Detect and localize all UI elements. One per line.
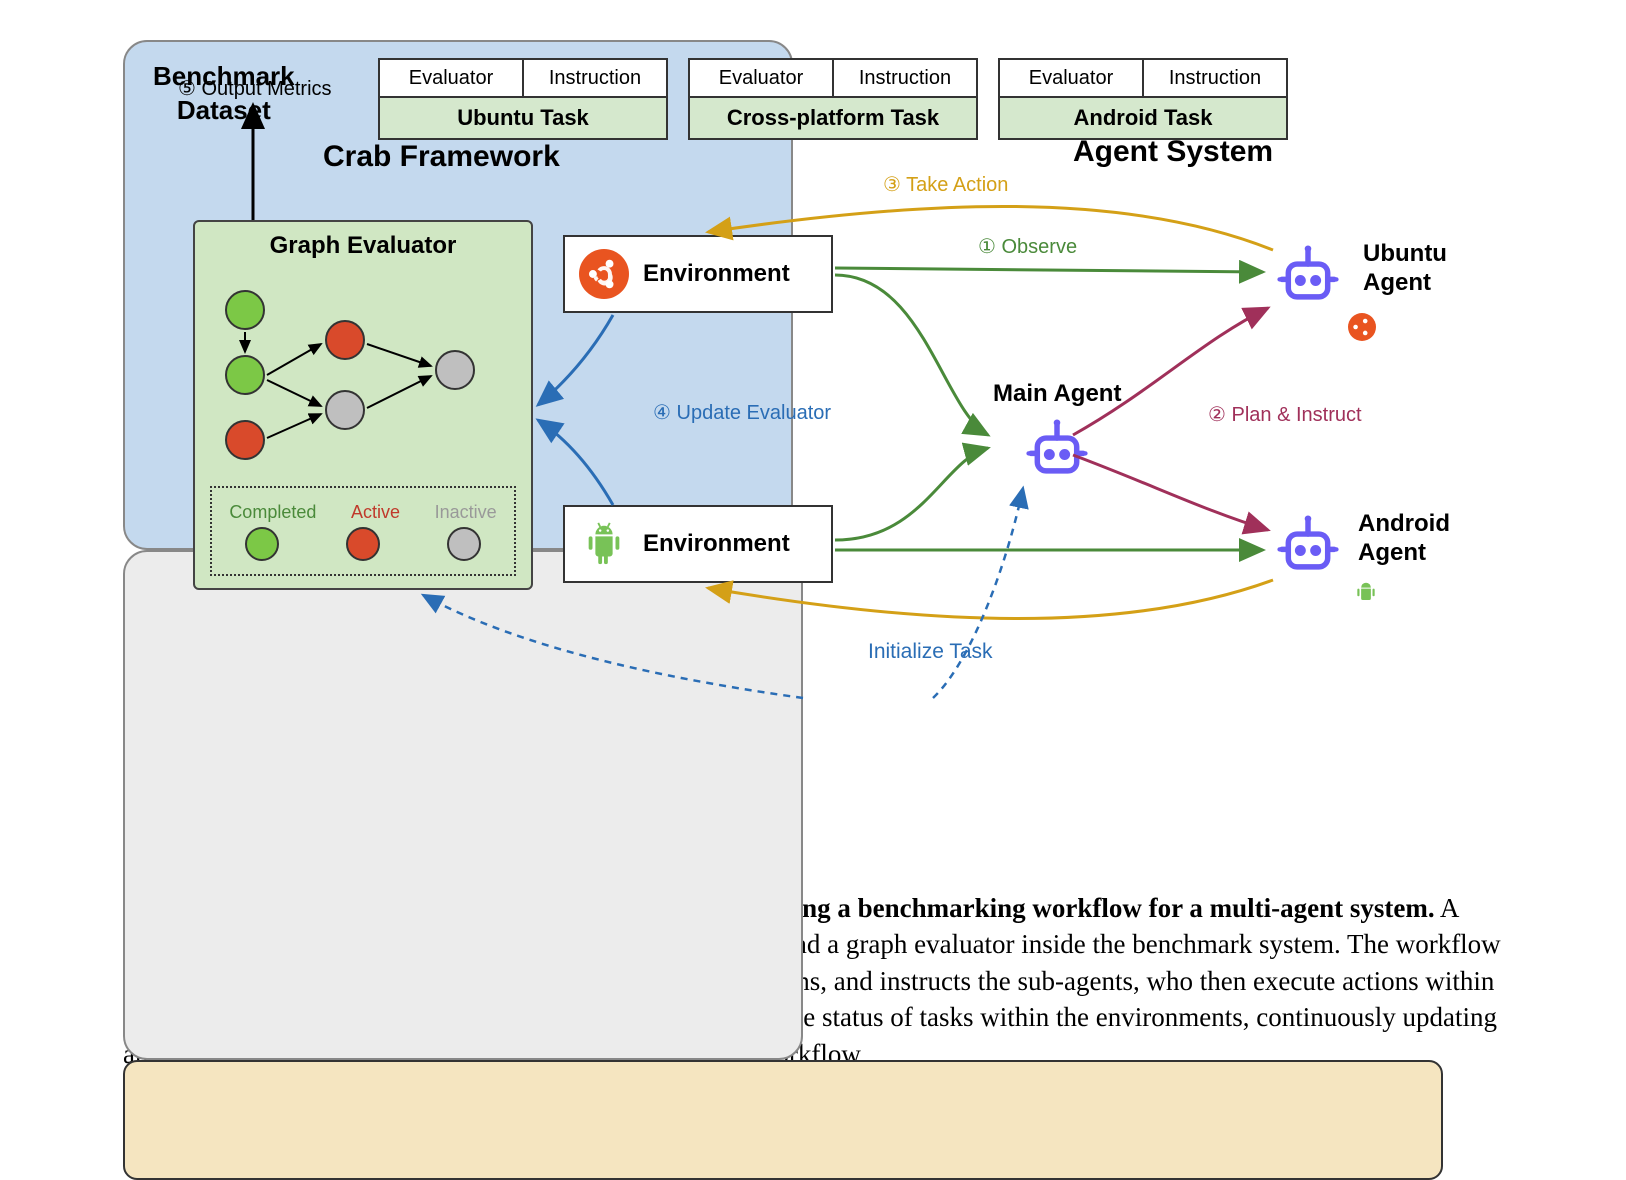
- legend-node-completed: [245, 527, 279, 561]
- ubuntu-small-icon: [1348, 313, 1376, 341]
- step-4-label: ④ Update Evaluator: [653, 400, 831, 425]
- step-2-label: ② Plan & Instruct: [1208, 402, 1362, 427]
- agent-system-panel: [123, 550, 803, 1060]
- crab-framework-title: Crab Framework: [323, 140, 560, 174]
- android-small-icon: [1353, 580, 1379, 611]
- agent-system-title: Agent System: [1073, 135, 1273, 169]
- ubuntu-task-box: Evaluator Instruction Ubuntu Task: [378, 58, 668, 140]
- legend-label-active: Active: [351, 502, 400, 523]
- cross-task-name: Cross-platform Task: [690, 98, 976, 138]
- legend-label-inactive: Inactive: [435, 502, 497, 523]
- legend-node-active: [346, 527, 380, 561]
- task-cell-instruction: Instruction: [834, 60, 976, 98]
- graph-edges: [195, 260, 531, 470]
- android-agent-label: Android Agent: [1358, 510, 1468, 568]
- robot-icon: [1022, 414, 1092, 484]
- android-task-name: Android Task: [1000, 98, 1286, 138]
- benchmark-dataset-panel: Benchmark Dataset Evaluator Instruction …: [123, 1060, 1443, 1180]
- step-3-label: ③ Take Action: [883, 172, 1008, 197]
- step-1-label: ① Observe: [978, 234, 1077, 259]
- android-task-box: Evaluator Instruction Android Task: [998, 58, 1288, 140]
- initialize-task-label: Initialize Task: [868, 640, 993, 664]
- android-env-label: Environment: [643, 530, 790, 558]
- ubuntu-agent-label: Ubuntu Agent: [1363, 240, 1463, 298]
- cross-platform-task-box: Evaluator Instruction Cross-platform Tas…: [688, 58, 978, 140]
- main-agent: Main Agent: [993, 380, 1121, 484]
- diagram-canvas: Crab Framework Agent System Graph Evalua…: [123, 40, 1503, 860]
- ubuntu-environment-box: Environment: [563, 235, 833, 313]
- robot-icon: [1273, 510, 1343, 580]
- android-icon: [579, 519, 629, 569]
- legend-label-completed: Completed: [229, 502, 316, 523]
- legend-node-inactive: [447, 527, 481, 561]
- ubuntu-icon: [579, 249, 629, 299]
- legend-box: Completed Active Inactive: [210, 486, 516, 576]
- ubuntu-agent: [1273, 240, 1343, 310]
- task-cell-instruction: Instruction: [524, 60, 666, 98]
- graph-evaluator-title: Graph Evaluator: [195, 232, 531, 260]
- graph-evaluator-box: Graph Evaluator: [193, 220, 533, 590]
- graph-area: [195, 260, 531, 470]
- task-cell-evaluator: Evaluator: [380, 60, 524, 98]
- ubuntu-task-name: Ubuntu Task: [380, 98, 666, 138]
- ubuntu-env-label: Environment: [643, 260, 790, 288]
- task-cell-evaluator: Evaluator: [1000, 60, 1144, 98]
- android-agent: [1273, 510, 1343, 580]
- task-cell-instruction: Instruction: [1144, 60, 1286, 98]
- robot-icon: [1273, 240, 1343, 310]
- task-cell-evaluator: Evaluator: [690, 60, 834, 98]
- android-environment-box: Environment: [563, 505, 833, 583]
- main-agent-label: Main Agent: [993, 380, 1121, 408]
- benchmark-dataset-title: Benchmark Dataset: [153, 60, 295, 128]
